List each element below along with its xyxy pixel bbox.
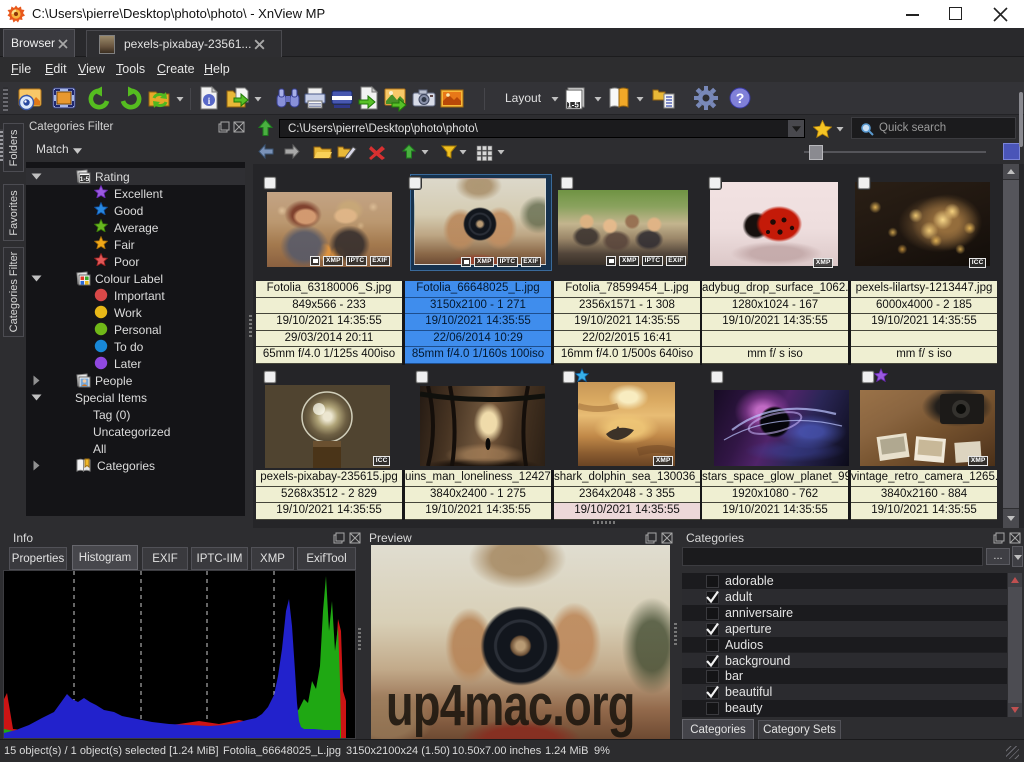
svg-text:?: ?	[736, 90, 745, 106]
svg-text:1-5: 1-5	[567, 101, 579, 110]
svg-text:1-5: 1-5	[80, 176, 90, 183]
